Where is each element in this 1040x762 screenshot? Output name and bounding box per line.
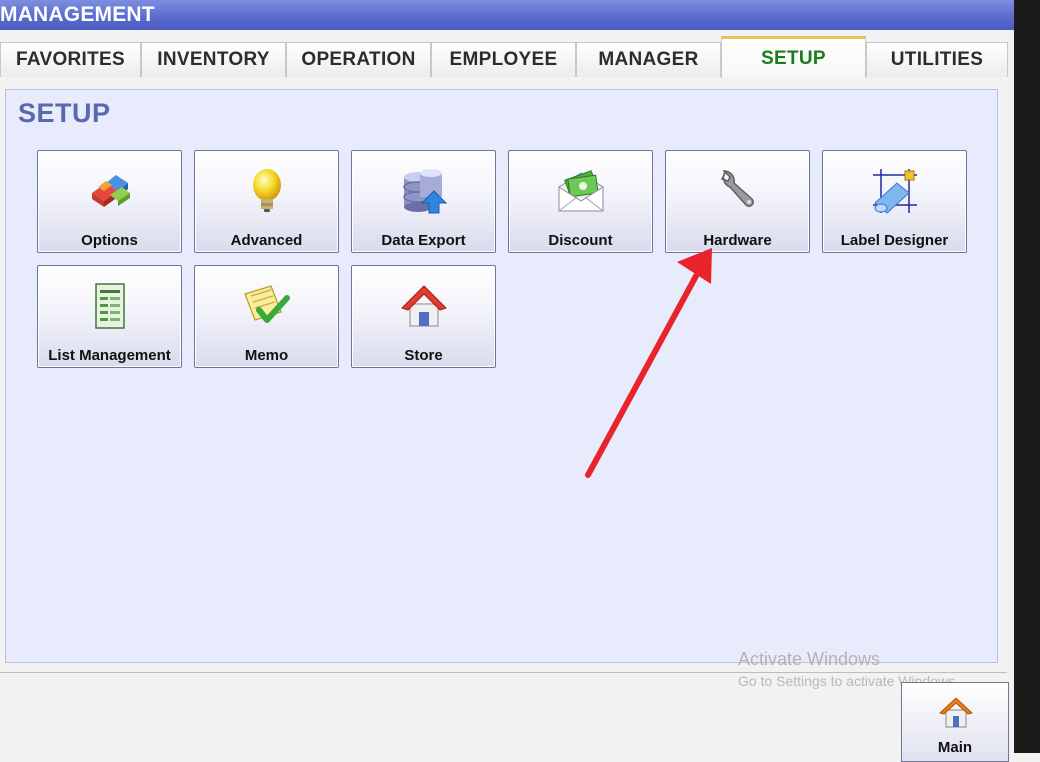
options-icon <box>91 175 130 207</box>
house-icon <box>400 285 447 327</box>
tab-favorites[interactable]: FAVORITES <box>0 42 141 77</box>
tab-label: INVENTORY <box>157 49 270 70</box>
memo-button[interactable]: Memo <box>194 265 339 368</box>
tab-label: OPERATION <box>301 49 416 70</box>
data-export-button[interactable]: Data Export <box>351 150 496 253</box>
database-export-icon <box>402 169 447 214</box>
tab-label: MANAGER <box>598 49 699 70</box>
label-designer-button[interactable]: Label Designer <box>822 150 967 253</box>
button-label: Advanced <box>230 232 303 249</box>
button-label: Store <box>404 347 443 364</box>
button-label: Hardware <box>703 232 772 249</box>
window-title: MANAGEMENT <box>0 3 155 26</box>
list-management-button[interactable]: List Management <box>37 265 182 368</box>
tab-operation[interactable]: OPERATION <box>286 42 431 77</box>
button-label: Memo <box>244 347 289 364</box>
tab-setup[interactable]: SETUP <box>721 36 866 78</box>
house-icon <box>938 697 974 728</box>
tab-inventory[interactable]: INVENTORY <box>141 42 286 77</box>
button-label: Options <box>81 232 138 249</box>
button-label: Discount <box>548 232 613 249</box>
title-bar: MANAGEMENT <box>0 0 1014 30</box>
tab-manager[interactable]: MANAGER <box>576 42 721 77</box>
tab-label: EMPLOYEE <box>449 49 558 70</box>
activation-watermark-title: Activate Windows <box>738 649 881 669</box>
panel-title: SETUP <box>18 98 111 128</box>
envelope-money-icon <box>558 170 603 212</box>
tab-label: FAVORITES <box>16 49 125 70</box>
button-label: List Management <box>48 347 171 364</box>
button-label: Label Designer <box>840 232 949 249</box>
tab-bar: FAVORITES INVENTORY OPERATION EMPLOYEE M… <box>0 36 1014 80</box>
button-label: Main <box>937 739 973 756</box>
button-label: Data Export <box>381 232 466 249</box>
tab-label: UTILITIES <box>890 49 984 70</box>
hardware-button[interactable]: Hardware <box>665 150 810 253</box>
wrench-icon <box>720 170 754 207</box>
tab-employee[interactable]: EMPLOYEE <box>431 42 576 77</box>
store-button[interactable]: Store <box>351 265 496 368</box>
advanced-button[interactable]: Advanced <box>194 150 339 253</box>
main-button[interactable]: Main <box>901 682 1009 762</box>
list-sheet-icon <box>94 283 125 329</box>
tab-utilities[interactable]: UTILITIES <box>866 42 1008 77</box>
discount-button[interactable]: Discount <box>508 150 653 253</box>
tab-label: SETUP <box>761 47 826 69</box>
memo-check-icon <box>243 285 290 323</box>
lightbulb-icon <box>252 169 281 212</box>
label-designer-icon <box>872 169 917 214</box>
options-button[interactable]: Options <box>37 150 182 253</box>
window-edge <box>1014 0 1040 753</box>
